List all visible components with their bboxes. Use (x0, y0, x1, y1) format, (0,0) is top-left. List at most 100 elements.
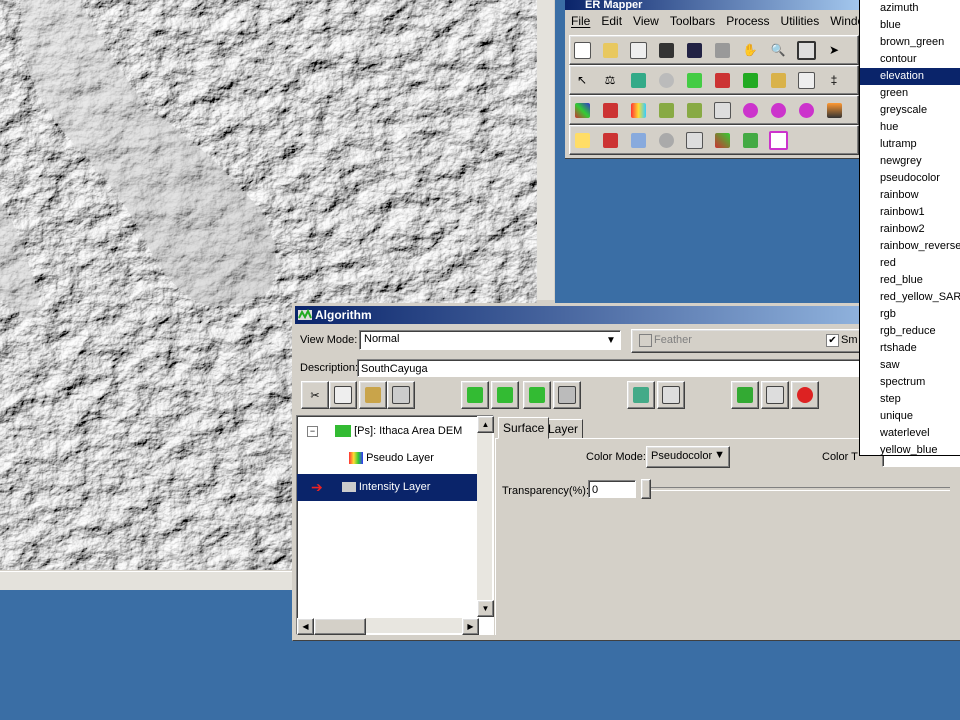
load-dataset-icon[interactable] (627, 381, 655, 409)
histogram-icon[interactable] (710, 98, 734, 122)
stop-icon[interactable] (791, 381, 819, 409)
menu-edit[interactable]: Edit (601, 14, 622, 28)
scroll-down-icon[interactable]: ▼ (477, 600, 494, 617)
menu-utilities[interactable]: Utilities (781, 14, 820, 28)
edit-formula-icon[interactable] (761, 381, 789, 409)
open-folder-icon[interactable] (598, 38, 622, 62)
color-table-option[interactable]: spectrum (860, 374, 960, 391)
color-table-option[interactable]: waterlevel (860, 425, 960, 442)
color-table-option[interactable]: rainbow_reverse (860, 238, 960, 255)
color-table-option[interactable]: red_yellow_SAR (860, 289, 960, 306)
transparency-input[interactable]: 0 (588, 480, 636, 498)
info-icon[interactable] (598, 98, 622, 122)
color-image-icon[interactable] (822, 98, 846, 122)
color-table-option[interactable]: rainbow2 (860, 221, 960, 238)
transparency-slider-thumb[interactable] (641, 479, 651, 499)
color-table-option[interactable]: pseudocolor (860, 170, 960, 187)
er-mapper-title[interactable]: ER Mapper (565, 0, 865, 10)
paste-special-icon[interactable] (387, 381, 415, 409)
menu-toolbars[interactable]: Toolbars (670, 14, 715, 28)
pan-hand-icon[interactable]: ✋ (738, 38, 762, 62)
color-table-option[interactable]: lutramp (860, 136, 960, 153)
tab-surface[interactable]: Surface (498, 417, 550, 439)
multispectral-icon[interactable] (710, 128, 734, 152)
tm-icon[interactable] (682, 128, 706, 152)
color-table-option[interactable]: green (860, 85, 960, 102)
tree-item-intensity-layer[interactable]: ➔ Intensity Layer (311, 476, 430, 498)
transform-icon[interactable] (654, 98, 678, 122)
color-table-option[interactable]: step (860, 391, 960, 408)
tree-horizontal-scrollbar[interactable]: ◀ ▶ (297, 618, 479, 635)
scale-icon[interactable]: ⚖ (598, 68, 622, 92)
color-table-option[interactable]: hue (860, 119, 960, 136)
copy-icon[interactable] (329, 381, 357, 409)
color-table-option[interactable]: blue (860, 17, 960, 34)
color-table-option[interactable]: saw (860, 357, 960, 374)
emc-icon[interactable] (794, 68, 818, 92)
color-table-option[interactable]: elevation (860, 68, 960, 85)
tree-item-pseudo-layer[interactable]: Pseudo Layer (349, 447, 434, 469)
vd-icon-2[interactable] (766, 98, 790, 122)
color-table-option[interactable]: newgrey (860, 153, 960, 170)
cut-icon[interactable]: ✂ (301, 381, 329, 409)
color-mode-select[interactable]: Pseudocolor ▼ (646, 446, 730, 468)
transform2-icon[interactable] (682, 98, 706, 122)
color-table-option[interactable]: brown_green (860, 34, 960, 51)
terrain-vertical-scrollbar[interactable] (537, 0, 554, 300)
color-table-option[interactable]: yellow_blue (860, 442, 960, 455)
color-table-option[interactable]: red_blue (860, 272, 960, 289)
annotation-icon[interactable] (570, 128, 594, 152)
transparency-slider-track[interactable] (644, 487, 950, 491)
color-table-option[interactable]: rainbow1 (860, 204, 960, 221)
menu-file[interactable]: File (571, 14, 590, 28)
color-table-option[interactable]: greyscale (860, 102, 960, 119)
collapse-icon[interactable]: − (307, 425, 318, 437)
chevron-down-icon[interactable]: ▼ (603, 332, 619, 348)
color-table-option[interactable]: rainbow (860, 187, 960, 204)
tree-vertical-scrollbar[interactable]: ▲ ▼ (477, 416, 494, 617)
tree-root[interactable]: − [Ps]: Ithaca Area DEM (307, 420, 462, 442)
folder-icon[interactable] (766, 68, 790, 92)
refresh-icon[interactable] (731, 381, 759, 409)
color-table-option[interactable]: rgb_reduce (860, 323, 960, 340)
delete-layer-icon[interactable] (553, 381, 581, 409)
more-tools-icon[interactable]: ‡ (822, 68, 846, 92)
target-icon[interactable] (710, 68, 734, 92)
scroll-left-icon[interactable]: ◀ (297, 618, 314, 635)
view-mode-select[interactable]: Normal ▼ (359, 330, 621, 350)
menu-process[interactable]: Process (726, 14, 769, 28)
color-table-option[interactable]: azimuth (860, 0, 960, 17)
edit-algorithm-icon[interactable] (626, 68, 650, 92)
layers-icon[interactable] (738, 68, 762, 92)
save-as-icon[interactable] (682, 38, 706, 62)
fingerprint-icon[interactable] (654, 68, 678, 92)
new-file-icon[interactable] (570, 38, 594, 62)
copy-window-icon[interactable] (626, 38, 650, 62)
paste-icon[interactable] (359, 381, 387, 409)
classify-icon[interactable] (626, 98, 650, 122)
move-up-icon[interactable] (491, 381, 519, 409)
frame-icon[interactable] (766, 128, 790, 152)
pointer-icon[interactable]: ➤ (822, 38, 846, 62)
3d-view-icon[interactable] (626, 128, 650, 152)
filter-icon[interactable] (738, 128, 762, 152)
save-icon[interactable] (654, 38, 678, 62)
pointer-tool-icon[interactable]: ↖ (570, 68, 594, 92)
move-down-icon[interactable] (523, 381, 551, 409)
zoom-box-icon[interactable] (794, 38, 818, 62)
scroll-thumb[interactable] (314, 618, 366, 635)
color-table-option[interactable]: red (860, 255, 960, 272)
image-display-icon[interactable] (570, 98, 594, 122)
scroll-up-icon[interactable]: ▲ (477, 416, 494, 433)
vd-icon-1[interactable] (738, 98, 762, 122)
color-table-option[interactable]: rtshade (860, 340, 960, 357)
color-table-option[interactable]: contour (860, 51, 960, 68)
menu-view[interactable]: View (633, 14, 659, 28)
feather-checkbox[interactable] (639, 334, 652, 347)
color-table-option[interactable]: unique (860, 408, 960, 425)
wizard-icon[interactable] (654, 128, 678, 152)
dataset-icon[interactable] (682, 68, 706, 92)
mosaic-icon[interactable] (598, 128, 622, 152)
vd-icon-3[interactable] (794, 98, 818, 122)
zoom-icon[interactable]: 🔍 (766, 38, 790, 62)
